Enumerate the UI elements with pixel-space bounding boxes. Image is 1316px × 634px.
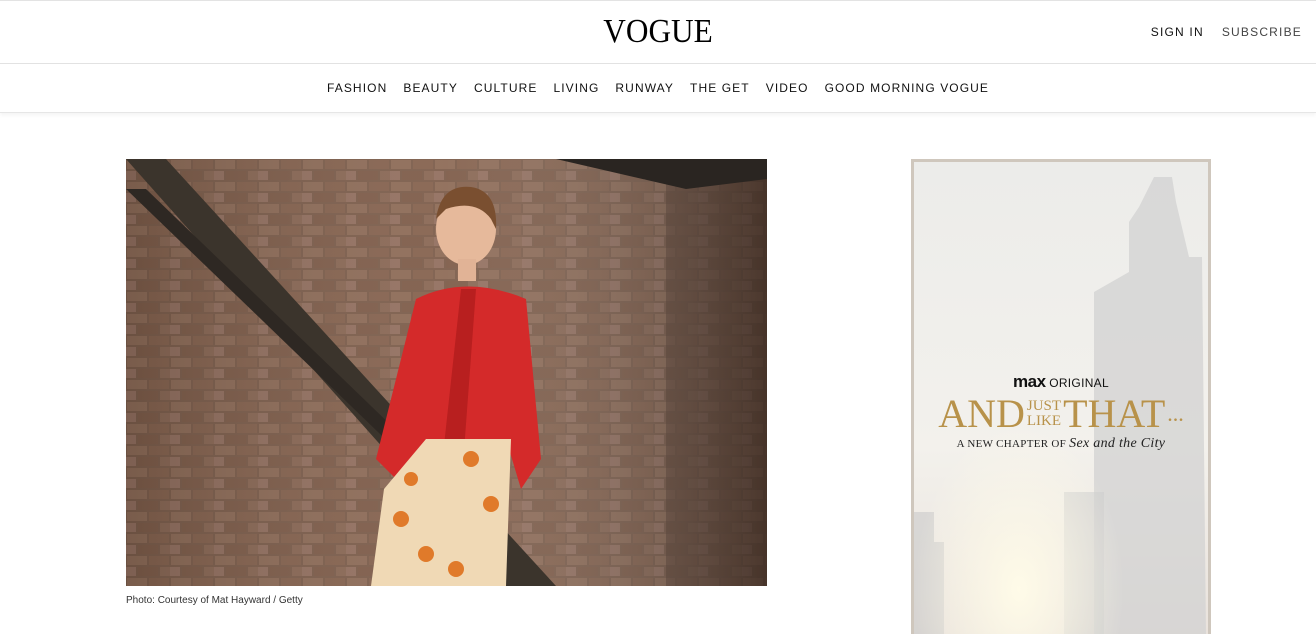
- ad-title-just: JUST: [1026, 398, 1062, 414]
- max-logo: max: [1013, 372, 1046, 391]
- nav-item-the-get[interactable]: THE GET: [690, 81, 750, 95]
- ad-subtitle-prefix: A NEW CHAPTER OF: [956, 438, 1067, 450]
- top-header: VOGUE SIGN IN SUBSCRIBE: [0, 0, 1316, 64]
- nav-item-living[interactable]: LIVING: [553, 81, 599, 95]
- ad-title-that: THAT: [1063, 391, 1166, 436]
- sign-in-link[interactable]: SIGN IN: [1151, 25, 1204, 39]
- account-actions: SIGN IN SUBSCRIBE: [1151, 25, 1302, 39]
- nav-item-fashion[interactable]: FASHION: [327, 81, 387, 95]
- ad-title-and: AND: [938, 391, 1025, 436]
- nav-item-runway[interactable]: RUNWAY: [615, 81, 674, 95]
- ad-title-dots: ...: [1167, 401, 1184, 426]
- ad-title-just-like: JUST LIKE: [1027, 399, 1061, 429]
- ad-subtitle: A NEW CHAPTER OF Sex and the City: [914, 436, 1208, 452]
- advertisement[interactable]: max ORIGINAL AND JUST LIKE THAT ... A NE…: [911, 159, 1211, 634]
- ad-copy: max ORIGINAL AND JUST LIKE THAT ... A NE…: [914, 372, 1208, 452]
- ad-title: AND JUST LIKE THAT ...: [914, 394, 1208, 434]
- article-hero-photo: [126, 159, 767, 586]
- subscribe-link[interactable]: SUBSCRIBE: [1222, 25, 1302, 39]
- ad-subtitle-script: Sex and the City: [1069, 436, 1166, 451]
- ad-brand-suffix: ORIGINAL: [1049, 376, 1109, 390]
- nav-item-beauty[interactable]: BEAUTY: [403, 81, 458, 95]
- brick-wall-portrait-image: [126, 159, 767, 586]
- main-nav: FASHION BEAUTY CULTURE LIVING RUNWAY THE…: [0, 64, 1316, 113]
- nav-item-good-morning-vogue[interactable]: GOOD MORNING VOGUE: [825, 81, 989, 95]
- photo-caption: Photo: Courtesy of Mat Hayward / Getty: [126, 595, 303, 606]
- ad-brand: max ORIGINAL: [914, 372, 1208, 392]
- nav-item-culture[interactable]: CULTURE: [474, 81, 537, 95]
- nav-item-video[interactable]: VIDEO: [766, 81, 809, 95]
- ad-title-like: LIKE: [1026, 413, 1062, 429]
- vogue-logo[interactable]: VOGUE: [53, 13, 1264, 51]
